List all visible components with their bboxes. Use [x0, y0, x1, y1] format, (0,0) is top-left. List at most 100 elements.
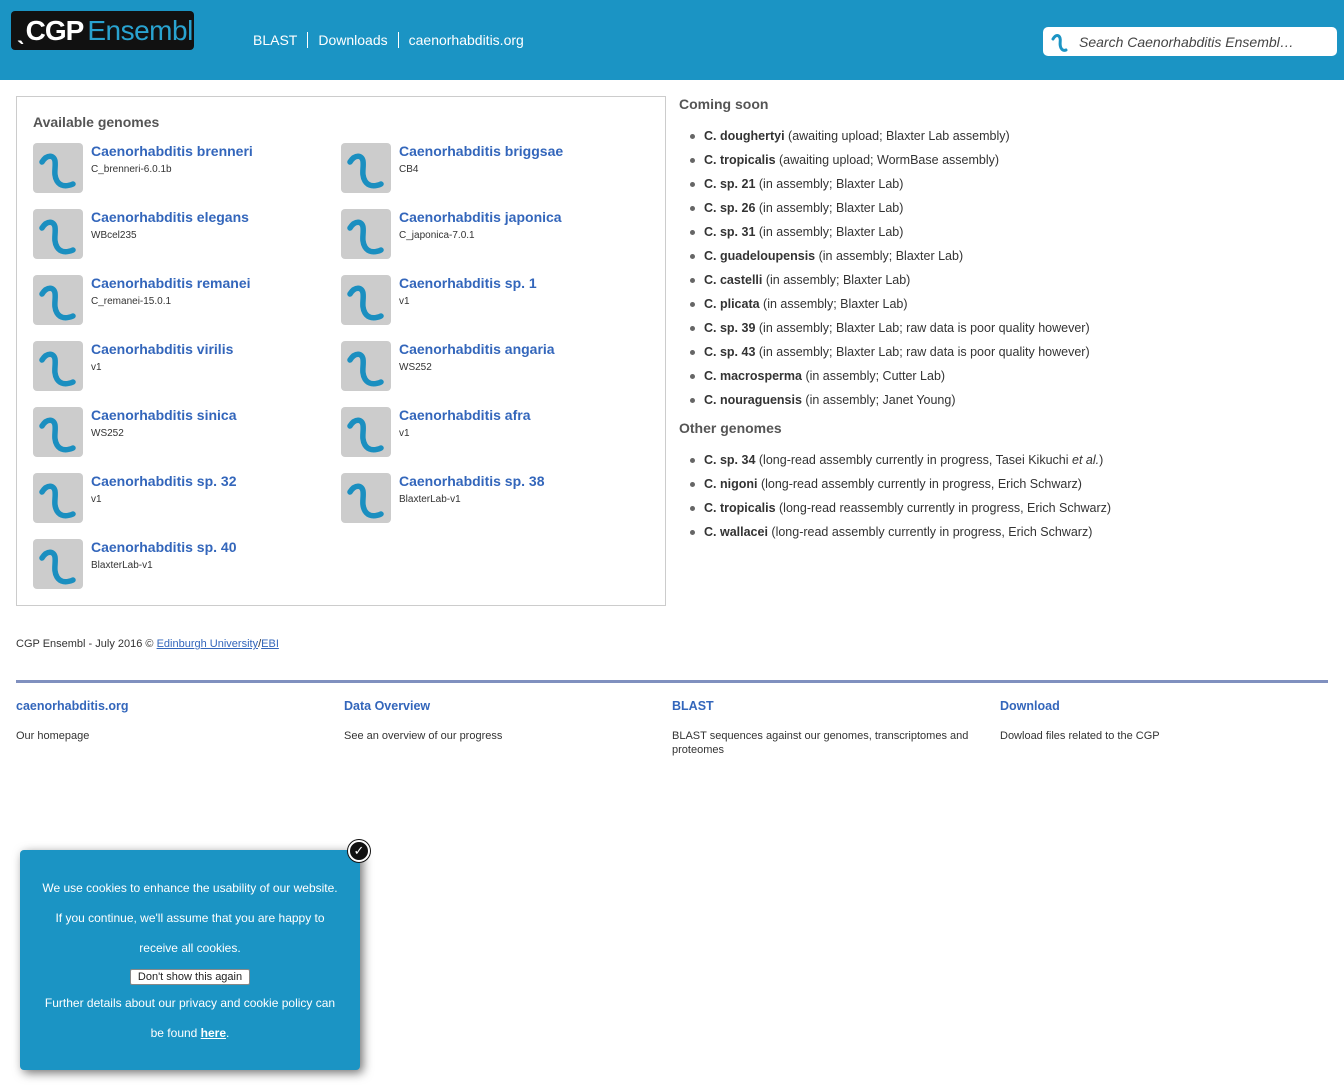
genome-item[interactable]: Caenorhabditis sp. 1 v1 — [341, 275, 641, 327]
genome-version: v1 — [399, 296, 410, 307]
genome-item[interactable]: Caenorhabditis sinica WS252 — [33, 407, 333, 459]
genome-version: WS252 — [91, 428, 124, 439]
footer-link-data-overview[interactable]: Data Overview — [344, 699, 659, 713]
genome-version: v1 — [91, 362, 102, 373]
genome-name-link[interactable]: Caenorhabditis sp. 32 — [91, 473, 236, 489]
available-genomes-title: Available genomes — [33, 114, 160, 130]
worm-icon[interactable] — [33, 143, 83, 193]
search-box[interactable] — [1043, 27, 1337, 56]
species-note: (long-read assembly currently in progres… — [755, 453, 1072, 467]
genome-item[interactable]: Caenorhabditis brenneri C_brenneri-6.0.1b — [33, 143, 333, 195]
species-note: (in assembly; Blaxter Lab; raw data is p… — [755, 345, 1090, 359]
edinburgh-link[interactable]: Edinburgh University — [157, 638, 259, 650]
footer-desc: BLAST sequences against our genomes, tra… — [672, 730, 969, 756]
worm-search-icon — [1051, 33, 1068, 52]
species-name: C. sp. 31 — [704, 225, 756, 239]
genome-item[interactable]: Caenorhabditis briggsae CB4 — [341, 143, 641, 195]
species-note-end: ) — [1099, 453, 1104, 467]
nav-link-blast[interactable]: BLAST — [253, 32, 307, 48]
cookie-policy-text: Further details about our privacy and co… — [40, 988, 340, 1048]
species-item: C. doughertyi (awaiting upload; Blaxter … — [679, 124, 1329, 148]
genome-item[interactable]: Caenorhabditis angaria WS252 — [341, 341, 641, 393]
genome-item[interactable]: Caenorhabditis remanei C_remanei-15.0.1 — [33, 275, 333, 327]
footer-link-download[interactable]: Download — [1000, 699, 1315, 713]
genome-item[interactable]: Caenorhabditis sp. 38 BlaxterLab-v1 — [341, 473, 641, 525]
genome-version: v1 — [399, 428, 410, 439]
nav-link-downloads[interactable]: Downloads — [307, 32, 397, 48]
species-note: (in assembly; Blaxter Lab) — [755, 177, 904, 191]
worm-icon[interactable] — [33, 209, 83, 259]
species-item: C. sp. 26 (in assembly; Blaxter Lab) — [679, 196, 1329, 220]
genome-name-link[interactable]: Caenorhabditis elegans — [91, 209, 249, 225]
genome-item[interactable]: Caenorhabditis sp. 40 BlaxterLab-v1 — [33, 539, 333, 591]
worm-icon[interactable] — [33, 275, 83, 325]
species-note: (awaiting upload; Blaxter Lab assembly) — [784, 129, 1010, 143]
footer-link-blast[interactable]: BLAST — [672, 699, 987, 713]
species-note: (awaiting upload; WormBase assembly) — [775, 153, 1000, 167]
species-item: C. sp. 43 (in assembly; Blaxter Lab; raw… — [679, 340, 1329, 364]
copyright-text: CGP Ensembl - July 2016 © — [16, 638, 157, 650]
nav-link-caenorhabditis-org[interactable]: caenorhabditis.org — [397, 32, 534, 48]
footer-col-download: Download Dowload files related to the CG… — [1000, 699, 1315, 743]
species-item: C. wallacei (long-read assembly currentl… — [679, 520, 1329, 544]
genome-item[interactable]: Caenorhabditis virilis v1 — [33, 341, 333, 393]
dont-show-again-button[interactable]: Don't show this again — [129, 969, 251, 985]
worm-icon[interactable] — [341, 473, 391, 523]
worm-icon[interactable] — [33, 341, 83, 391]
genome-name-link[interactable]: Caenorhabditis briggsae — [399, 143, 563, 159]
species-item: C. tropicalis (awaiting upload; WormBase… — [679, 148, 1329, 172]
worm-icon[interactable] — [341, 209, 391, 259]
worm-icon[interactable] — [341, 341, 391, 391]
coming-soon-list: C. doughertyi (awaiting upload; Blaxter … — [679, 124, 1329, 412]
worm-icon[interactable] — [33, 539, 83, 589]
other-genomes-title: Other genomes — [679, 420, 782, 436]
worm-icon[interactable] — [341, 143, 391, 193]
genome-name-link[interactable]: Caenorhabditis japonica — [399, 209, 562, 225]
worm-icon[interactable] — [341, 275, 391, 325]
genome-version: WS252 — [399, 362, 432, 373]
worm-icon[interactable] — [33, 473, 83, 523]
genome-name-link[interactable]: Caenorhabditis remanei — [91, 275, 251, 291]
genome-name-link[interactable]: Caenorhabditis sinica — [91, 407, 236, 423]
genome-item[interactable]: Caenorhabditis japonica C_japonica-7.0.1 — [341, 209, 641, 261]
genome-name-link[interactable]: Caenorhabditis virilis — [91, 341, 233, 357]
genome-name-link[interactable]: Caenorhabditis afra — [399, 407, 530, 423]
species-note: (in assembly; Blaxter Lab) — [762, 273, 911, 287]
genome-name-link[interactable]: Caenorhabditis sp. 38 — [399, 473, 544, 489]
genome-name-link[interactable]: Caenorhabditis sp. 1 — [399, 275, 537, 291]
species-item: C. sp. 31 (in assembly; Blaxter Lab) — [679, 220, 1329, 244]
species-name: C. tropicalis — [704, 153, 776, 167]
footer-col-blast: BLAST BLAST sequences against our genome… — [672, 699, 987, 757]
logo-cgp-text: CGP — [25, 14, 85, 46]
footer-link-homepage[interactable]: caenorhabditis.org — [16, 699, 331, 713]
species-item: C. tropicalis (long-read reassembly curr… — [679, 496, 1329, 520]
genome-version: BlaxterLab-v1 — [399, 494, 461, 505]
species-item: C. nigoni (long-read assembly currently … — [679, 472, 1329, 496]
genome-version: C_remanei-15.0.1 — [91, 296, 172, 307]
genome-item[interactable]: Caenorhabditis elegans WBcel235 — [33, 209, 333, 261]
species-note: (long-read reassembly currently in progr… — [775, 501, 1112, 515]
species-name: C. sp. 43 — [704, 345, 756, 359]
cookie-close-check-icon[interactable]: ✓ — [348, 840, 370, 862]
ebi-link[interactable]: EBI — [261, 638, 279, 650]
genome-item[interactable]: Caenorhabditis afra v1 — [341, 407, 641, 459]
species-name: C. nigoni — [704, 477, 758, 491]
footer-divider — [16, 680, 1328, 683]
cookie-policy-link[interactable]: here — [201, 1026, 226, 1040]
species-item: C. sp. 39 (in assembly; Blaxter Lab; raw… — [679, 316, 1329, 340]
cookie-message: We use cookies to enhance the usability … — [42, 881, 338, 955]
worm-icon[interactable] — [33, 407, 83, 457]
search-input[interactable] — [1079, 33, 1329, 50]
genome-name-link[interactable]: Caenorhabditis angaria — [399, 341, 555, 357]
cookie-banner: We use cookies to enhance the usability … — [20, 850, 360, 1070]
species-note: (in assembly; Cutter Lab) — [801, 369, 946, 383]
site-logo[interactable]: ˎ CGP Ensembl — [11, 11, 194, 50]
footer-desc: See an overview of our progress — [344, 730, 503, 742]
species-item: C. sp. 34 (long-read assembly currently … — [679, 448, 1329, 472]
species-name: C. sp. 21 — [704, 177, 756, 191]
species-item: C. nouraguensis (in assembly; Janet Youn… — [679, 388, 1329, 412]
worm-icon[interactable] — [341, 407, 391, 457]
genome-name-link[interactable]: Caenorhabditis sp. 40 — [91, 539, 236, 555]
genome-item[interactable]: Caenorhabditis sp. 32 v1 — [33, 473, 333, 525]
genome-name-link[interactable]: Caenorhabditis brenneri — [91, 143, 253, 159]
